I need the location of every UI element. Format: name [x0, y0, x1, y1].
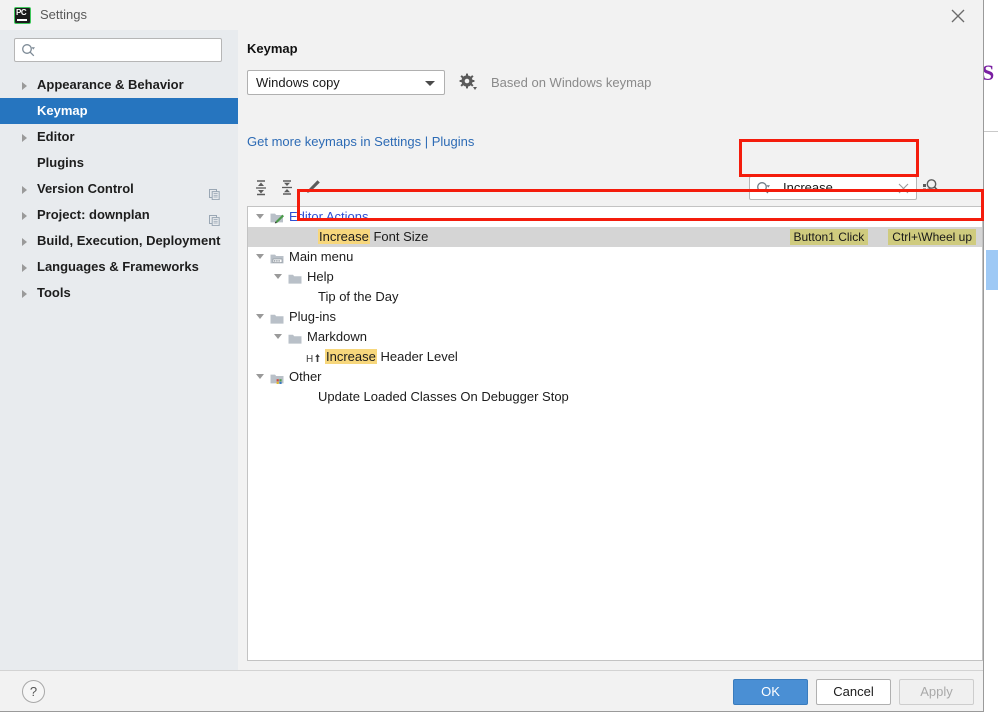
tree-row[interactable]: Plug-ins	[248, 307, 982, 327]
collapse-all-icon[interactable]	[278, 178, 300, 200]
dialog-footer: ? OK Cancel Apply	[0, 670, 983, 711]
sidebar-item-label: Appearance & Behavior	[37, 77, 184, 92]
tree-row[interactable]: Increase Font Size Ctrl+\Wheel up Button1 …	[248, 227, 982, 247]
sidebar-item-project-downplan[interactable]: Project: downplan	[0, 202, 238, 228]
sidebar-item-editor[interactable]: Editor	[0, 124, 238, 150]
copy-settings-icon[interactable]	[209, 183, 220, 201]
sidebar-item-keymap[interactable]: Keymap	[0, 98, 238, 124]
background-divider	[984, 131, 998, 132]
action-search-input[interactable]: Increase	[749, 176, 917, 200]
sidebar-item-label: Plugins	[37, 155, 84, 170]
keymap-content-panel: Keymap Windows copy Based on Windows key…	[238, 30, 983, 670]
search-icon	[21, 43, 36, 63]
chevron-down-icon[interactable]	[256, 314, 264, 319]
close-icon[interactable]	[943, 5, 973, 27]
chevron-right-icon[interactable]	[22, 134, 27, 142]
search-icon	[756, 181, 772, 201]
sidebar-item-label: Tools	[37, 285, 71, 300]
tree-row[interactable]: Tip of the Day	[248, 287, 982, 307]
tree-row-label: Increase Header Level	[325, 349, 458, 364]
settings-dialog: PC Settings Appearance & Behavior Keymap E…	[0, 0, 984, 712]
tree-row[interactable]: Editor Actions	[248, 207, 982, 227]
sidebar-item-label: Languages & Frameworks	[37, 259, 199, 274]
tree-row-label: Main menu	[289, 249, 354, 264]
sidebar-item-appearance-behavior[interactable]: Appearance & Behavior	[0, 72, 238, 98]
sidebar-item-list: Appearance & Behavior Keymap Editor Plugins…	[0, 72, 238, 306]
sidebar-item-label: Build, Execution, Deployment	[37, 233, 221, 248]
svg-text:H: H	[306, 354, 313, 365]
tree-row-label: Other	[289, 369, 322, 384]
based-on-label: Based on Windows keymap	[491, 75, 652, 90]
dialog-titlebar: PC Settings	[0, 0, 983, 30]
keymap-select-value: Windows copy	[256, 75, 340, 90]
tree-row-label: Update Loaded Classes On Debugger Stop	[318, 389, 569, 404]
tree-row-list: Editor Actions Increase Font Size Ctrl+\Wh…	[248, 207, 982, 407]
tree-row-label: Editor Actions	[289, 209, 369, 224]
action-search-value: Increase	[783, 180, 833, 195]
tree-row-label: Help	[307, 269, 334, 284]
sidebar-item-label: Project: downplan	[37, 207, 150, 222]
chevron-down-icon	[425, 81, 435, 86]
get-more-keymaps-link[interactable]: Get more keymaps in Settings | Plugins	[247, 134, 474, 149]
chevron-right-icon[interactable]	[22, 290, 27, 298]
tree-row[interactable]: Markdown	[248, 327, 982, 347]
tree-row[interactable]: Help	[248, 267, 982, 287]
pycharm-icon: PC	[14, 7, 31, 24]
sidebar-item-version-control[interactable]: Version Control	[0, 176, 238, 202]
tree-row[interactable]: Update Loaded Classes On Debugger Stop	[248, 387, 982, 407]
search-match-highlight: Increase	[325, 349, 377, 364]
chevron-down-icon[interactable]	[274, 274, 282, 279]
cancel-button[interactable]: Cancel	[816, 679, 891, 705]
dialog-title: Settings	[40, 7, 87, 22]
ok-button[interactable]: OK	[733, 679, 808, 705]
chevron-right-icon[interactable]	[22, 238, 27, 246]
chevron-right-icon[interactable]	[22, 212, 27, 220]
tree-row-label: Tip of the Day	[318, 289, 399, 304]
chevron-right-icon[interactable]	[22, 264, 27, 272]
sidebar-item-label: Keymap	[37, 103, 88, 118]
sidebar-item-label: Version Control	[37, 181, 134, 196]
help-button[interactable]: ?	[22, 680, 45, 703]
gear-icon[interactable]	[458, 72, 480, 94]
copy-settings-icon[interactable]	[209, 209, 220, 227]
tree-row[interactable]: Main menu	[248, 247, 982, 267]
pencil-edit-icon[interactable]	[304, 178, 326, 200]
expand-all-icon[interactable]	[252, 178, 274, 200]
sidebar-item-label: Editor	[37, 129, 75, 144]
sidebar-item-languages-frameworks[interactable]: Languages & Frameworks	[0, 254, 238, 280]
background-highlight-block	[986, 250, 998, 290]
tree-row-label: Plug-ins	[289, 309, 336, 324]
tree-row[interactable]: H Increase Header Level	[248, 347, 982, 367]
chevron-down-icon[interactable]	[256, 254, 264, 259]
tree-row[interactable]: Other	[248, 367, 982, 387]
chevron-right-icon[interactable]	[22, 82, 27, 90]
tree-row-label: Increase Font Size	[318, 229, 429, 244]
keymap-select[interactable]: Windows copy	[247, 70, 445, 95]
settings-sidebar: Appearance & Behavior Keymap Editor Plugins…	[0, 30, 238, 670]
chevron-down-icon[interactable]	[256, 374, 264, 379]
tree-row-label: Markdown	[307, 329, 367, 344]
shortcut-badge: Ctrl+\Wheel up	[888, 229, 976, 245]
shortcut-badge: Button1 Click	[789, 229, 869, 245]
chevron-right-icon[interactable]	[22, 186, 27, 194]
clear-x-icon[interactable]	[898, 181, 909, 199]
find-by-shortcut-icon[interactable]	[921, 177, 943, 199]
chevron-down-icon[interactable]	[274, 334, 282, 339]
sidebar-item-build-execution-deployment[interactable]: Build, Execution, Deployment	[0, 228, 238, 254]
help-button-label: ?	[29, 684, 38, 699]
sidebar-item-tools[interactable]: Tools	[0, 280, 238, 306]
chevron-down-icon[interactable]	[256, 214, 264, 219]
sidebar-item-plugins[interactable]: Plugins	[0, 150, 238, 176]
sidebar-search-input[interactable]	[14, 38, 222, 62]
search-match-highlight: Increase	[318, 229, 370, 244]
page-title: Keymap	[247, 41, 298, 56]
keymap-action-tree[interactable]: Editor Actions Increase Font Size Ctrl+\Wh…	[247, 206, 983, 661]
apply-button[interactable]: Apply	[899, 679, 974, 705]
